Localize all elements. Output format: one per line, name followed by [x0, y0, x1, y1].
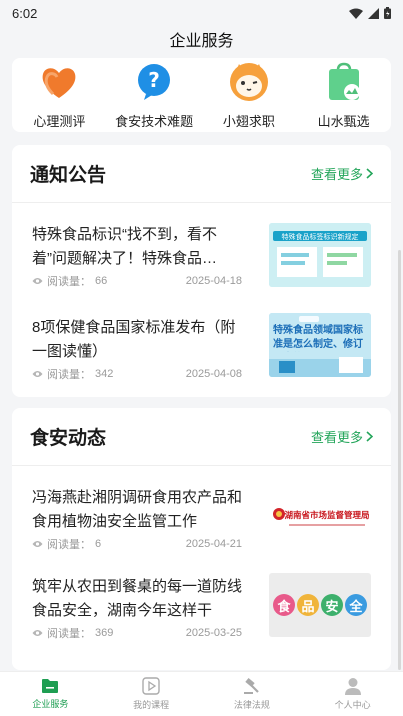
news-meta: 阅读量： 66 2025-04-18	[32, 273, 242, 289]
read-count: 6	[95, 538, 102, 550]
section-header: 食安动态 查看更多	[12, 408, 391, 466]
quick-link-psych-test[interactable]: 心理测评	[12, 58, 106, 130]
read-count-label: 阅读量：	[47, 539, 91, 551]
eye-icon	[32, 541, 43, 547]
quick-link-food-safety-tech[interactable]: ? 食安技术难题	[107, 58, 201, 130]
news-date: 2025-03-25	[185, 627, 242, 639]
nav-label: 企业服务	[32, 699, 69, 709]
nav-personal-center[interactable]: 个人中心	[302, 672, 403, 716]
eye-icon	[32, 278, 43, 284]
page-title: 企业服务	[169, 33, 234, 50]
thumbnail-caption: 湖南省市场监督管理局	[284, 510, 369, 521]
quick-link-label: 小翅求职	[222, 114, 275, 129]
heart-icon	[39, 62, 79, 102]
battery-icon	[384, 7, 391, 19]
section-title: 通知公告	[30, 165, 107, 186]
news-thumbnail: 特殊食品标签标识新规定	[269, 223, 371, 287]
signal-icon	[368, 7, 379, 19]
news-title: 筑牢从农田到餐桌的每一道防线 食品安全，湖南今年这样干	[32, 578, 243, 619]
news-title: 冯海燕赴湘阴调研食用农产品和食用植物油安全监管工作	[32, 489, 243, 530]
status-bar: 6:02	[0, 0, 403, 26]
section-title: 食安动态	[30, 428, 107, 449]
mascot-icon	[229, 62, 269, 102]
news-meta: 阅读量： 369 2025-03-25	[32, 625, 242, 641]
more-label: 查看更多	[310, 430, 363, 445]
user-icon	[344, 678, 361, 695]
thumbnail-badges: 食品安全	[269, 573, 371, 637]
news-meta: 阅读量： 342 2025-04-08	[32, 366, 242, 382]
quick-links-card: 心理测评 ? 食安技术难题 小翅求职 山水甄选	[12, 58, 391, 132]
list-item[interactable]: 特殊食品标识“找不到，看不着”问题解决了！特殊食品… 阅读量： 66 2025-0…	[12, 203, 391, 298]
thumbnail-caption: 特殊食品领域国家标准是怎么制定、修订出来的	[273, 325, 363, 350]
nav-my-courses[interactable]: 我的课程	[101, 672, 202, 716]
news-thumbnail: 湖南省市场监督管理局	[269, 484, 371, 548]
shopping-bag-icon	[324, 62, 364, 102]
quick-link-shanshui-select[interactable]: 山水甄选	[297, 58, 391, 130]
scrollbar[interactable]	[398, 250, 401, 670]
quick-link-label: 食安技术难题	[115, 114, 194, 129]
wifi-icon	[349, 8, 363, 19]
chevron-right-icon	[366, 431, 373, 442]
play-icon	[142, 677, 160, 695]
news-meta: 阅读量： 6 2025-04-21	[32, 536, 242, 552]
thumbnail-badge-char: 品	[297, 594, 319, 616]
quick-link-label: 心理测评	[33, 114, 86, 129]
news-date: 2025-04-08	[185, 368, 242, 380]
nav-enterprise-services[interactable]: 企业服务	[0, 672, 101, 716]
eye-icon	[32, 630, 43, 636]
nav-laws-regulations[interactable]: 法律法规	[202, 672, 303, 716]
notice-section: 通知公告 查看更多 特殊食品标识“找不到，看不着”问题解决了！特殊食品… 阅读量…	[12, 145, 391, 397]
thumbnail-badge-char: 全	[345, 594, 367, 616]
list-item[interactable]: 筑牢从农田到餐桌的每一道防线 食品安全，湖南今年这样干 阅读量： 369 2025…	[12, 561, 391, 656]
news-title: 特殊食品标识“找不到，看不着”问题解决了！特殊食品…	[32, 226, 217, 267]
nav-label: 我的课程	[133, 700, 170, 710]
read-count: 66	[95, 275, 108, 287]
read-count-label: 阅读量：	[47, 369, 91, 381]
news-date: 2025-04-21	[185, 538, 242, 550]
list-item[interactable]: 冯海燕赴湘阴调研食用农产品和食用植物油安全监管工作 阅读量： 6 2025-04-…	[12, 466, 391, 561]
section-header: 通知公告 查看更多	[12, 145, 391, 203]
status-time: 6:02	[12, 5, 38, 21]
news-thumbnail: 特殊食品领域国家标准是怎么制定、修订出来的	[269, 313, 371, 377]
list-item[interactable]: 8项保健食品国家标准发布（附一图读懂） 阅读量： 342 2025-04-08 特…	[12, 298, 391, 393]
thumbnail-badge-char: 食	[273, 594, 295, 616]
quick-link-job-search[interactable]: 小翅求职	[202, 58, 296, 130]
chevron-right-icon	[366, 168, 373, 179]
svg-text:?: ?	[148, 68, 160, 92]
eye-icon	[32, 371, 43, 377]
thumbnail-caption: 特殊食品标签标识新规定	[282, 232, 359, 241]
question-icon: ?	[134, 62, 174, 102]
gavel-icon	[243, 678, 259, 694]
read-count: 342	[95, 368, 114, 380]
news-date: 2025-04-18	[185, 275, 242, 287]
more-label: 查看更多	[310, 167, 363, 182]
read-count-label: 阅读量：	[47, 628, 91, 640]
quick-link-label: 山水甄选	[317, 114, 370, 129]
food-safety-news-section: 食安动态 查看更多 冯海燕赴湘阴调研食用农产品和食用植物油安全监管工作 阅读量：…	[12, 408, 391, 670]
status-icons	[349, 7, 391, 19]
nav-label: 法律法规	[233, 700, 270, 710]
read-count-label: 阅读量：	[47, 276, 91, 288]
news-more-link[interactable]: 查看更多	[311, 427, 373, 446]
folder-icon	[42, 679, 59, 693]
nav-label: 个人中心	[334, 700, 371, 710]
news-thumbnail: 食品安全	[269, 573, 371, 637]
read-count: 369	[95, 627, 114, 639]
news-title: 8项保健食品国家标准发布（附一图读懂）	[32, 319, 236, 360]
thumbnail-badge-char: 安	[321, 594, 343, 616]
notice-more-link[interactable]: 查看更多	[311, 164, 373, 183]
bottom-nav: 企业服务 我的课程 法律法规 个人中心	[0, 671, 403, 716]
